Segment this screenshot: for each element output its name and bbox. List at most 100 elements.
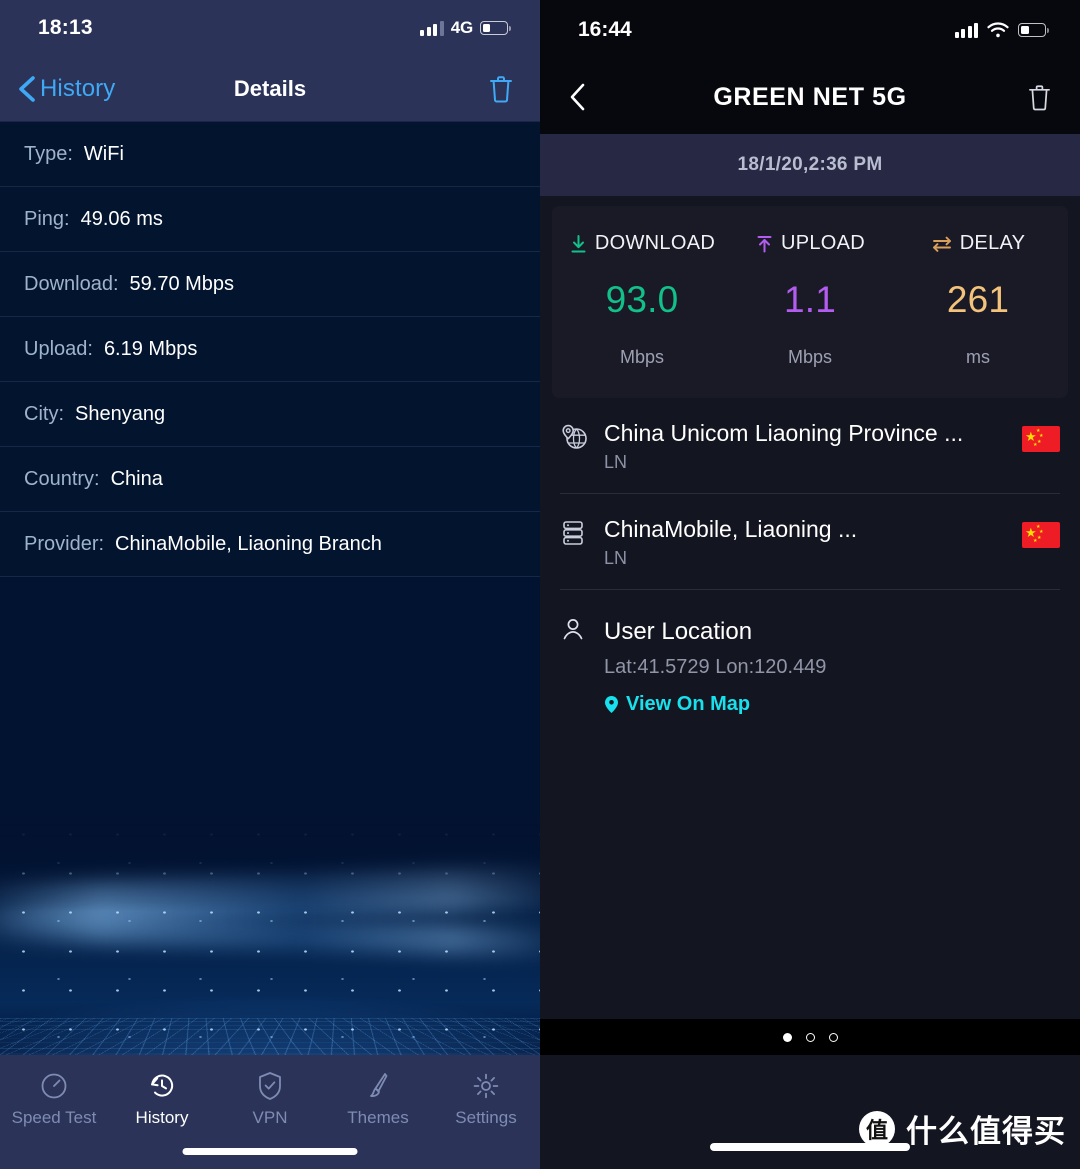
detail-label: Upload:	[24, 337, 93, 360]
server-list: China Unicom Liaoning Province ... LN ★ ★…	[540, 398, 1080, 716]
china-flag-icon: ★ ★ ★ ★ ★	[1022, 426, 1060, 452]
page-indicator	[540, 1019, 1080, 1055]
paintbrush-icon	[365, 1071, 391, 1101]
left-nav-bar: History Details	[0, 56, 540, 122]
history-clock-icon	[148, 1071, 176, 1101]
list-item-text: ChinaMobile, Liaoning ... LN	[604, 516, 1010, 569]
watermark-logo: 值	[859, 1110, 895, 1147]
list-item[interactable]: China Unicom Liaoning Province ... LN ★ ★…	[560, 398, 1060, 494]
left-status-bar: 18:13 4G	[0, 0, 540, 56]
bottom-tab-bar: Speed Test History VPN Themes Settings	[0, 1055, 540, 1169]
dual-phone-screenshot: 18:13 4G History Details Type: WiFi Ping…	[0, 0, 1080, 1169]
server-name: ChinaMobile, Liaoning ...	[604, 516, 858, 542]
details-list: Type: WiFi Ping: 49.06 ms Download: 59.7…	[0, 122, 540, 577]
upload-arrow-icon	[757, 235, 772, 252]
detail-row-city: City: Shenyang	[0, 382, 540, 447]
tab-label: Themes	[347, 1108, 409, 1127]
user-location-coordinates: Lat:41.5729 Lon:120.449	[604, 656, 827, 678]
list-item[interactable]: ChinaMobile, Liaoning ... LN ★ ★ ★ ★ ★	[560, 494, 1060, 590]
detail-label: Provider:	[24, 532, 105, 555]
stat-value: 261	[946, 279, 1010, 320]
view-on-map-label: View On Map	[626, 693, 751, 715]
battery-icon	[1018, 23, 1049, 37]
tab-label: Speed Test	[11, 1108, 97, 1127]
detail-value: 49.06 ms	[80, 207, 163, 230]
server-region: LN	[604, 452, 628, 472]
wifi-icon	[987, 22, 1009, 38]
user-icon	[560, 616, 604, 647]
detail-row-country: Country: China	[0, 447, 540, 512]
chevron-left-icon[interactable]	[568, 81, 588, 113]
detail-row-upload: Upload: 6.19 Mbps	[0, 317, 540, 382]
detail-value: ChinaMobile, Liaoning Branch	[115, 532, 382, 555]
tab-vpn[interactable]: VPN	[216, 1071, 324, 1128]
shield-check-icon	[257, 1071, 283, 1101]
detail-row-provider: Provider: ChinaMobile, Liaoning Branch	[0, 512, 540, 577]
detail-value: WiFi	[83, 142, 124, 165]
gear-icon	[472, 1071, 500, 1101]
watermark: 值 什么值得买	[859, 1106, 1066, 1151]
page-title: GREEN NET 5G	[713, 82, 907, 111]
map-pin-icon	[605, 696, 618, 713]
tab-speed-test[interactable]: Speed Test	[0, 1071, 108, 1128]
stat-value: 93.0	[605, 279, 679, 320]
trash-icon[interactable]	[488, 74, 514, 104]
stat-unit: ms	[966, 347, 990, 367]
detail-row-ping: Ping: 49.06 ms	[0, 187, 540, 252]
battery-icon	[480, 21, 511, 35]
page-dot[interactable]	[828, 1032, 838, 1042]
detail-value: 6.19 Mbps	[103, 337, 198, 360]
stat-header: DELAY	[931, 232, 1026, 255]
stat-label: DELAY	[959, 232, 1026, 254]
home-indicator[interactable]	[182, 1148, 358, 1155]
stat-label: UPLOAD	[780, 232, 866, 254]
detail-row-type: Type: WiFi	[0, 122, 540, 187]
china-flag-icon: ★ ★ ★ ★ ★	[1022, 522, 1060, 548]
left-phone-screen: 18:13 4G History Details Type: WiFi Ping…	[0, 0, 540, 1169]
stat-header: DOWNLOAD	[569, 232, 715, 255]
tab-history[interactable]: History	[108, 1071, 216, 1128]
server-region: LN	[604, 548, 628, 568]
left-status-time: 18:13	[38, 16, 93, 39]
right-status-bar: 16:44	[540, 0, 1080, 60]
right-nav-bar: GREEN NET 5G	[540, 60, 1080, 134]
test-date-bar: 18/1/20,2:36 PM	[540, 134, 1080, 196]
watermark-text: 什么值得买	[906, 1114, 1066, 1150]
wave-background-graphic	[0, 815, 540, 1055]
list-item-text: China Unicom Liaoning Province ... LN	[604, 420, 1010, 473]
page-dot[interactable]	[805, 1032, 815, 1042]
detail-label: City:	[24, 402, 64, 425]
cellular-signal-icon	[420, 20, 444, 36]
detail-label: Country:	[24, 467, 100, 490]
trash-icon[interactable]	[1027, 83, 1052, 112]
globe-pin-icon	[560, 420, 604, 456]
stat-label: DOWNLOAD	[594, 232, 716, 254]
right-phone-screen: 16:44 GREEN NET 5G 18/1/20,2:36 PM DOWNL…	[540, 0, 1080, 1169]
tab-themes[interactable]: Themes	[324, 1071, 432, 1128]
chevron-left-icon	[19, 75, 35, 102]
view-on-map-button[interactable]: View On Map	[604, 693, 1060, 716]
exchange-arrows-icon	[932, 236, 951, 252]
detail-label: Ping:	[24, 207, 70, 230]
stat-unit: Mbps	[619, 347, 664, 367]
stat-download: DOWNLOAD 93.0 Mbps	[558, 232, 726, 368]
speedometer-icon	[40, 1071, 68, 1101]
page-dot-active[interactable]	[782, 1032, 792, 1042]
tab-settings[interactable]: Settings	[432, 1071, 540, 1128]
speed-stats-card: DOWNLOAD 93.0 Mbps UPLOAD 1.1 Mbps DELAY…	[552, 206, 1068, 398]
right-status-indicators	[954, 22, 1049, 38]
tab-label: History	[135, 1108, 189, 1127]
stat-delay: DELAY 261 ms	[894, 232, 1062, 368]
server-name: China Unicom Liaoning Province ...	[604, 420, 964, 446]
user-location-block: User Location Lat:41.5729 Lon:120.449 Vi…	[560, 590, 1060, 716]
left-status-indicators: 4G	[420, 18, 511, 38]
detail-value: China	[110, 467, 163, 490]
detail-value: Shenyang	[75, 402, 166, 425]
server-stack-icon	[560, 516, 604, 552]
user-location-header: User Location	[560, 616, 1060, 647]
detail-label: Download:	[24, 272, 119, 295]
download-arrow-icon	[571, 234, 586, 252]
detail-row-download: Download: 59.70 Mbps	[0, 252, 540, 317]
back-button[interactable]: History	[16, 73, 115, 105]
back-button-label: History	[40, 74, 116, 102]
